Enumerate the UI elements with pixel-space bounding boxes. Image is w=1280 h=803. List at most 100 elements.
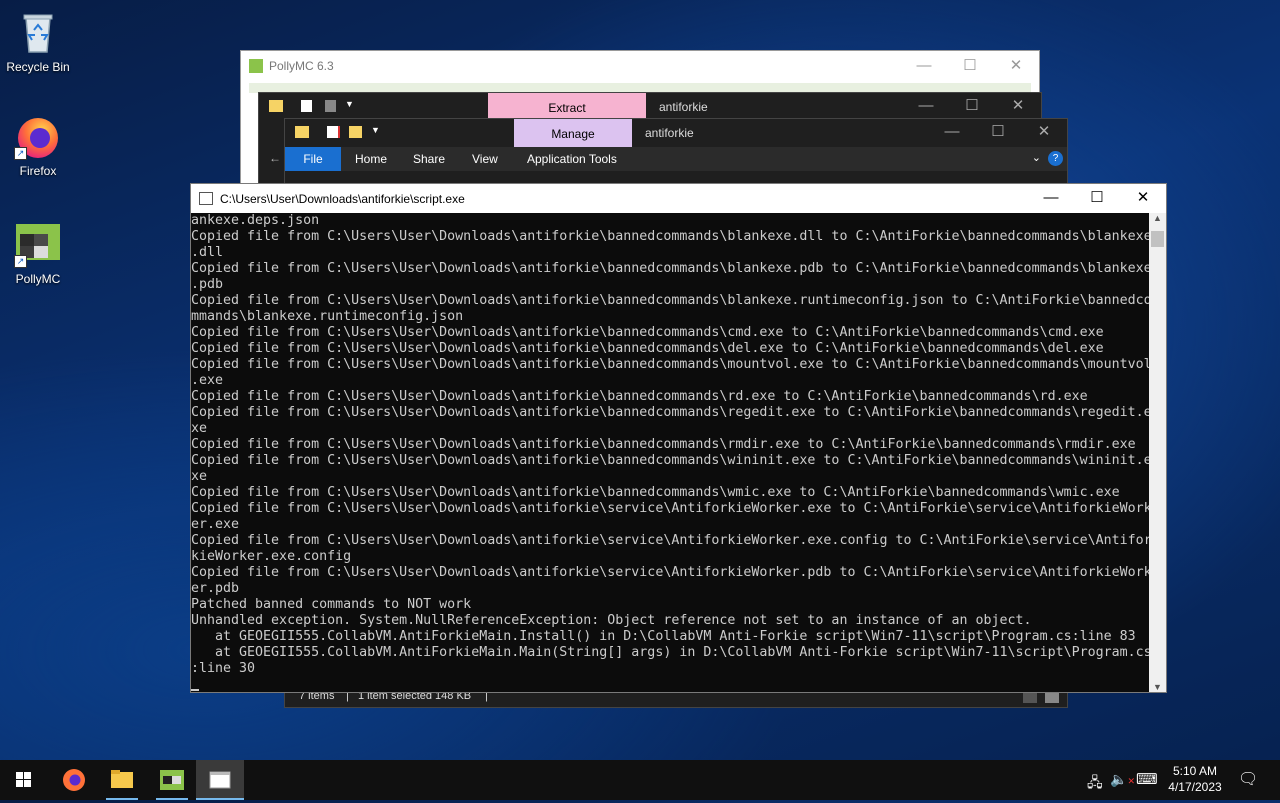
taskbar-console[interactable] [196,760,244,800]
recycle-bin-icon [14,8,62,56]
desktop-icon-label: Recycle Bin [6,60,70,74]
console-line: Copied file from C:\Users\User\Downloads… [191,501,1151,516]
console-line: Copied file from C:\Users\User\Downloads… [191,229,1151,244]
clock-date: 4/17/2023 [1168,780,1222,794]
pollymc-icon: ↗ [14,220,62,268]
console-line: ankexe.deps.json [191,213,320,228]
shortcut-arrow-icon: ↗ [14,147,27,160]
console-line: :line 30 [191,661,256,676]
console-line: er.exe [191,517,240,532]
desktop-icon-pollymc[interactable]: ↗ PollyMC [0,220,76,286]
maximize-button[interactable]: ☐ [1074,184,1120,213]
console-line: Copied file from C:\Users\User\Downloads… [191,261,1151,276]
desktop-icon-label: PollyMC [15,272,61,286]
tab-view[interactable]: View [472,147,498,171]
tab-share[interactable]: Share [413,147,445,171]
clock[interactable]: 5:10 AM 4/17/2023 [1160,763,1230,795]
start-button[interactable] [0,760,48,800]
console-line: at GEOEGII555.CollabVM.AntiForkieMain.In… [191,629,1136,644]
console-icon [199,192,213,205]
console-line: kieWorker.exe.config [191,549,352,564]
console-line: Copied file from C:\Users\User\Downloads… [191,357,1151,372]
window-title: C:\Users\User\Downloads\antiforkie\scrip… [220,192,465,206]
maximize-button[interactable]: ☐ [949,93,995,121]
console-line: Patched banned commands to NOT work [191,597,472,612]
notifications-icon[interactable]: 🗨 [1238,769,1258,789]
taskbar-pollymc[interactable] [148,760,196,800]
console-window[interactable]: C:\Users\User\Downloads\antiforkie\scrip… [190,183,1167,693]
console-line: er.pdb [191,581,240,596]
console-line: Copied file from C:\Users\User\Downloads… [191,565,1151,580]
console-line: at GEOEGII555.CollabVM.AntiForkieMain.Ma… [191,645,1151,660]
firefox-icon [63,769,85,791]
scroll-down-icon[interactable]: ▼ [1153,682,1162,692]
console-line: .pdb [191,277,224,292]
ribbon-tabs: File Home Share View Application Tools ⌄… [285,147,1067,171]
properties-icon[interactable] [327,126,340,138]
help-icon[interactable]: ? [1048,151,1063,166]
windows-logo-icon [16,772,31,787]
close-button[interactable]: ✕ [995,93,1041,121]
keyboard-icon[interactable]: ⌨ [1136,770,1158,788]
desktop-icon-firefox[interactable]: ↗ Firefox [0,112,76,178]
tab-extract[interactable]: Extract [488,93,646,121]
tab-manage[interactable]: Manage [514,119,632,147]
back-arrow-icon[interactable]: ← [269,151,281,165]
console-cursor [191,689,199,691]
pollymc-app-icon [249,59,263,73]
window-title: antiforkie [645,126,694,140]
console-line: .exe [191,373,224,388]
close-button[interactable]: ✕ [1021,119,1067,147]
console-line: Copied file from C:\Users\User\Downloads… [191,293,1151,308]
network-icon[interactable]: 🖧 [1087,772,1103,796]
maximize-button[interactable]: ☐ [947,51,993,81]
scroll-up-icon[interactable]: ▲ [1153,213,1162,223]
console-line: xe [191,469,208,484]
dropdown-icon[interactable]: ▼ [345,99,354,109]
dropdown-icon[interactable]: ▼ [371,125,380,135]
close-button[interactable]: ✕ [1120,184,1166,213]
console-line: Copied file from C:\Users\User\Downloads… [191,389,1088,404]
pollymc-icon [160,770,184,790]
volume-muted-icon[interactable]: 🔈✕ [1110,771,1135,788]
tab-application-tools[interactable]: Application Tools [527,147,617,171]
minimize-button[interactable]: — [901,51,947,81]
console-icon [209,771,231,789]
window-title: PollyMC 6.3 [269,59,334,73]
desktop-icon-recycle-bin[interactable]: Recycle Bin [0,8,76,74]
console-line: mmands\blankexe.runtimeconfig.json [191,309,464,324]
taskbar-file-explorer[interactable] [98,760,146,800]
scroll-thumb[interactable] [1151,231,1164,247]
console-line: xe [191,421,208,436]
console-title-bar[interactable]: C:\Users\User\Downloads\antiforkie\scrip… [191,184,1166,213]
console-line: Copied file from C:\Users\User\Downloads… [191,325,1104,340]
tab-file[interactable]: File [285,147,341,171]
firefox-icon: ↗ [14,112,62,160]
vertical-scrollbar[interactable]: ▲ ▼ [1149,213,1166,692]
console-output[interactable]: ankexe.deps.json Copied file from C:\User… [191,213,1151,692]
clock-time: 5:10 AM [1172,764,1218,778]
maximize-button[interactable]: ☐ [975,119,1021,147]
taskbar: 🖧 🔈✕ ⌨ 5:10 AM 4/17/2023 🗨 [0,760,1280,800]
file-explorer-icon [111,770,133,788]
console-line: Copied file from C:\Users\User\Downloads… [191,405,1151,420]
taskbar-firefox[interactable] [50,760,98,800]
chevron-down-icon[interactable]: ⌄ [1032,151,1041,164]
minimize-button[interactable]: — [1028,184,1074,213]
console-line: .dll [191,245,224,260]
new-folder-icon[interactable] [349,126,362,138]
minimize-button[interactable]: — [903,93,949,121]
console-line: Unhandled exception. System.NullReferenc… [191,613,1032,628]
folder-icon [269,100,283,112]
new-folder-icon[interactable] [325,100,336,112]
console-line: Copied file from C:\Users\User\Downloads… [191,485,1120,500]
window-title: antiforkie [659,100,708,114]
console-line: Copied file from C:\Users\User\Downloads… [191,437,1136,452]
minimize-button[interactable]: — [929,119,975,147]
desktop-icon-label: Firefox [19,164,57,178]
console-line: Copied file from C:\Users\User\Downloads… [191,453,1151,468]
properties-icon[interactable] [301,100,312,112]
tab-home[interactable]: Home [355,147,387,171]
console-line: Copied file from C:\Users\User\Downloads… [191,533,1151,548]
close-button[interactable]: ✕ [993,51,1039,81]
